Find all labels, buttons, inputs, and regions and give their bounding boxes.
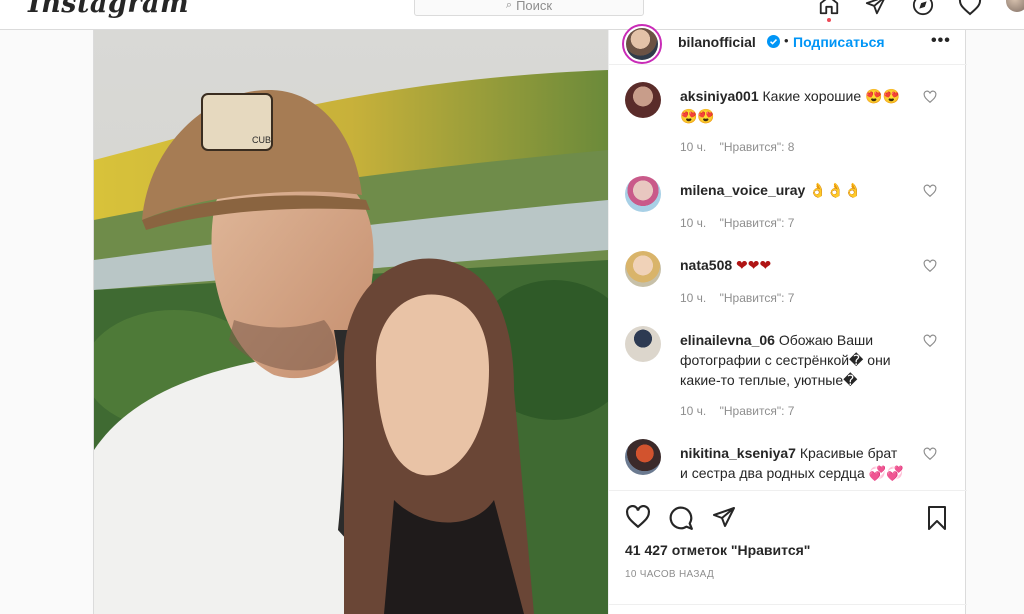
comment-body: 👌👌👌	[809, 182, 862, 198]
activity-icon[interactable]	[955, 0, 985, 16]
comment-like-icon[interactable]	[923, 184, 937, 198]
comment-text: elinailevna_06 Обожаю Ваши фотографии с …	[680, 330, 906, 390]
post-header: bilanofficial • Подписаться •••	[609, 24, 967, 65]
comment-meta: 10 ч. "Нравится": 7	[680, 216, 804, 230]
search-placeholder: Поиск	[516, 0, 553, 13]
post-photo[interactable]: CUB	[94, 30, 608, 614]
more-options-icon[interactable]: •••	[931, 32, 951, 50]
comment-age[interactable]: 10 ч.	[680, 216, 706, 230]
action-icons	[625, 505, 955, 531]
like-icon[interactable]	[625, 505, 651, 529]
comment-meta: 10 ч. "Нравится": 7	[680, 291, 804, 305]
commenter-username[interactable]: milena_voice_uray	[680, 182, 805, 198]
comment-age[interactable]: 10 ч.	[680, 291, 706, 305]
comment-like-icon[interactable]	[923, 259, 937, 273]
follow-button[interactable]: Подписаться	[793, 34, 885, 50]
comment-age[interactable]: 10 ч.	[680, 404, 706, 418]
commenter-username[interactable]: elinailevna_06	[680, 332, 775, 348]
comment-text: milena_voice_uray 👌👌👌	[680, 180, 906, 200]
comment-text: nikitina_kseniya7 Красивые брат и сестра…	[680, 443, 906, 483]
add-comment-section	[609, 604, 967, 614]
nav-icons	[814, 0, 1002, 22]
save-icon[interactable]	[925, 505, 949, 531]
likes-count[interactable]: 41 427 отметок "Нравится"	[625, 542, 810, 558]
comment-like-icon[interactable]	[923, 90, 937, 104]
cap-patch-text: CUB	[252, 135, 271, 145]
direct-icon[interactable]	[861, 0, 891, 16]
commenter-avatar[interactable]	[625, 251, 661, 287]
search-input[interactable]: ⌕ Поиск	[414, 0, 644, 16]
explore-icon[interactable]	[908, 0, 938, 16]
commenter-username[interactable]: nata508	[680, 257, 732, 273]
comments-list: aksiniya001 Какие хорошие 😍😍😍😍 10 ч. "Нр…	[609, 66, 967, 490]
notification-dot	[827, 18, 831, 22]
comment-age[interactable]: 10 ч.	[680, 140, 706, 154]
search-icon: ⌕	[505, 0, 513, 11]
commenter-avatar[interactable]	[625, 176, 661, 212]
post-sidebar: bilanofficial • Подписаться ••• aksiniya…	[608, 24, 967, 614]
comment-like-icon[interactable]	[923, 447, 937, 461]
share-icon[interactable]	[711, 505, 737, 529]
comment-text: nata508 ❤❤❤	[680, 255, 906, 275]
profile-avatar[interactable]	[1006, 0, 1024, 12]
commenter-username[interactable]: aksiniya001	[680, 88, 759, 104]
comment-likes[interactable]: "Нравится": 7	[720, 216, 795, 230]
comment-meta: 10 ч. "Нравится": 8	[680, 140, 804, 154]
comment-likes[interactable]: "Нравится": 7	[720, 291, 795, 305]
home-icon[interactable]	[814, 0, 844, 22]
author-avatar[interactable]	[622, 24, 662, 64]
post-card: CUB bilanofficial • Подписаться ••• aksi…	[93, 24, 967, 614]
comment-like-icon[interactable]	[923, 334, 937, 348]
comment-meta: 10 ч. "Нравится": 7	[680, 404, 804, 418]
comment-likes[interactable]: "Нравится": 8	[720, 140, 795, 154]
post-time[interactable]: 10 ЧАСОВ НАЗАД	[625, 569, 714, 580]
commenter-avatar[interactable]	[625, 82, 661, 118]
verified-badge-icon	[767, 35, 780, 48]
comment-text: aksiniya001 Какие хорошие 😍😍😍😍	[680, 86, 906, 126]
top-navigation-bar: Instagram ⌕ Поиск	[0, 0, 1024, 30]
commenter-avatar[interactable]	[625, 439, 661, 475]
separator-dot: •	[784, 33, 789, 48]
comment-likes[interactable]: "Нравится": 7	[720, 404, 795, 418]
commenter-username[interactable]: nikitina_kseniya7	[680, 445, 796, 461]
comment-body: ❤❤❤	[736, 257, 772, 273]
commenter-avatar[interactable]	[625, 326, 661, 362]
post-actions: 41 427 отметок "Нравится" 10 ЧАСОВ НАЗАД	[609, 490, 967, 614]
comment-icon[interactable]	[668, 505, 694, 531]
author-username[interactable]: bilanofficial	[678, 34, 756, 50]
instagram-logo[interactable]: Instagram	[28, 0, 189, 19]
